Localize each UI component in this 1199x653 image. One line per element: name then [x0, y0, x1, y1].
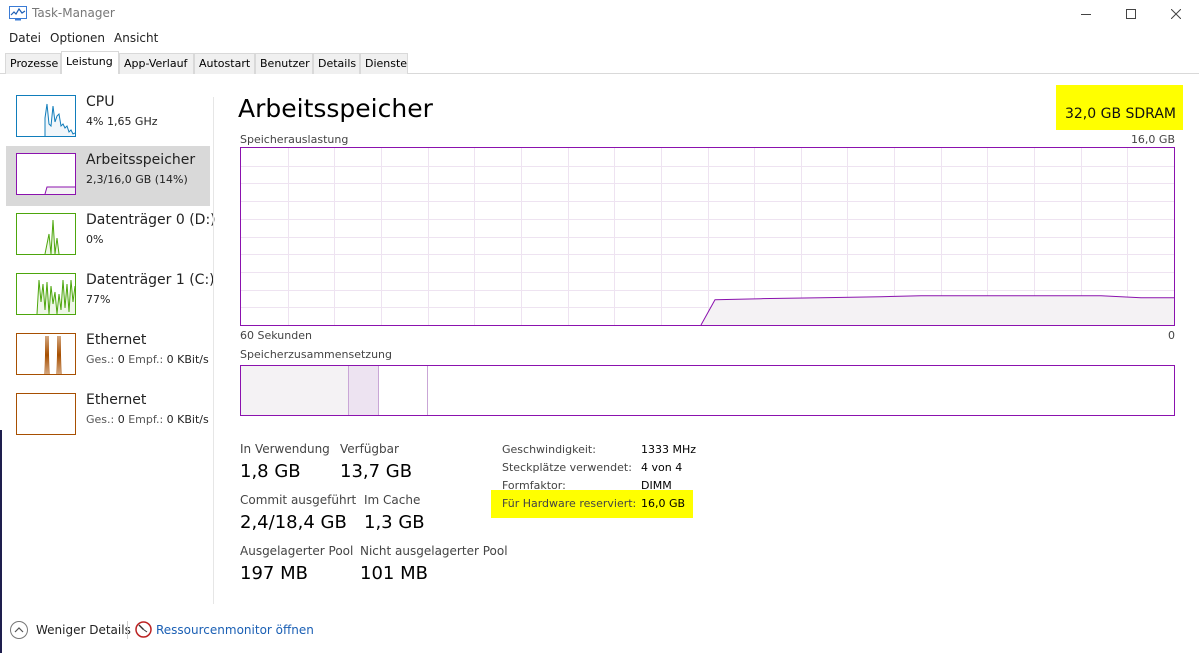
- ethernet-1-thumbnail-graph: [16, 333, 76, 375]
- minimize-button[interactable]: [1063, 0, 1109, 28]
- menu-bar: Datei Optionen Ansicht: [0, 29, 1199, 49]
- sidebar-item-sub: Ges.: 0 Empf.: 0 KBit/s: [86, 413, 209, 426]
- receive-label: Empf.:: [128, 353, 164, 366]
- task-manager-icon: [9, 6, 27, 21]
- tab-strip: Prozesse Leistung App-Verlauf Autostart …: [0, 51, 1199, 74]
- tab-leistung[interactable]: Leistung: [61, 51, 119, 74]
- sidebar-item-datentraeger-0[interactable]: Datenträger 0 (D:) 0%: [6, 206, 216, 266]
- memory-usage-graph: [240, 147, 1175, 326]
- tab-prozesse[interactable]: Prozesse: [5, 53, 61, 74]
- cache-value: 1,3 GB: [364, 512, 425, 533]
- hardware-type: 32,0 GB SDRAM: [1064, 106, 1176, 122]
- speed-value: 1333 MHz: [641, 443, 697, 456]
- composition-segment-standby: [379, 366, 428, 415]
- tab-benutzer[interactable]: Benutzer: [255, 53, 313, 74]
- sidebar-item-datentraeger-1[interactable]: Datenträger 1 (C:) 77%: [6, 266, 215, 326]
- memory-composition-bar: [240, 365, 1175, 416]
- menu-optionen[interactable]: Optionen: [50, 31, 105, 45]
- window-title: Task-Manager: [32, 6, 115, 20]
- usage-graph-svg: [241, 148, 1174, 325]
- send-value: 0: [117, 353, 125, 366]
- paged-pool-value: 197 MB: [240, 563, 308, 584]
- nonpaged-pool-label: Nicht ausgelagerter Pool: [360, 544, 508, 558]
- tab-app-verlauf[interactable]: App-Verlauf: [119, 53, 194, 74]
- menu-ansicht[interactable]: Ansicht: [114, 31, 158, 45]
- sidebar-item-title: Datenträger 0 (D:): [86, 212, 216, 228]
- graph-time-label: 60 Sekunden: [240, 329, 312, 342]
- maximize-icon: [1126, 9, 1136, 19]
- in-use-value: 1,8 GB: [240, 461, 301, 482]
- sidebar-item-sub: 2,3/16,0 GB (14%): [86, 173, 188, 186]
- disk-1-thumbnail-graph: [16, 273, 76, 315]
- task-manager-window: Task-Manager Datei Optionen Ansicht Proz…: [0, 0, 1199, 653]
- resource-monitor-link[interactable]: Ressourcenmonitor öffnen: [156, 623, 314, 637]
- receive-value: 0 KBit/s: [166, 353, 209, 366]
- cache-label: Im Cache: [364, 493, 421, 507]
- title-bar: Task-Manager: [0, 0, 1199, 28]
- receive-value: 0 KBit/s: [166, 413, 209, 426]
- sidebar-item-sub: 77%: [86, 293, 111, 306]
- sidebar-item-arbeitsspeicher[interactable]: Arbeitsspeicher 2,3/16,0 GB (14%): [6, 146, 210, 206]
- composition-segment-modified: [349, 366, 379, 415]
- send-label: Ges.:: [86, 413, 115, 426]
- hardware-reserved-label: Für Hardware reserviert:: [502, 497, 637, 510]
- nonpaged-pool-value: 101 MB: [360, 563, 428, 584]
- form-factor-value: DIMM: [641, 479, 672, 492]
- in-use-label: In Verwendung: [240, 442, 330, 456]
- sidebar-item-ethernet-1[interactable]: Ethernet Ges.: 0 Empf.: 0 KBit/s: [6, 326, 210, 386]
- sidebar-item-title: Datenträger 1 (C:): [86, 272, 215, 288]
- slots-value: 4 von 4: [641, 461, 683, 474]
- footer-divider: [127, 621, 128, 639]
- cpu-thumbnail-graph: [16, 95, 76, 137]
- sidebar-item-title: Arbeitsspeicher: [86, 152, 196, 168]
- chevron-up-icon[interactable]: [10, 621, 28, 639]
- page-title: Arbeitsspeicher: [238, 94, 433, 123]
- sidebar-divider: [213, 97, 214, 604]
- sidebar-item-sub: 4% 1,65 GHz: [86, 115, 158, 128]
- graph-zero-label: 0: [1168, 329, 1175, 342]
- tab-details[interactable]: Details: [313, 53, 360, 74]
- send-label: Ges.:: [86, 353, 115, 366]
- sidebar-item-cpu[interactable]: CPU 4% 1,65 GHz: [6, 88, 210, 148]
- close-icon: [1171, 9, 1181, 19]
- ethernet-2-thumbnail-graph: [16, 393, 76, 435]
- commit-label: Commit ausgeführt: [240, 493, 357, 507]
- footer-bar: Weniger Details Ressourcenmonitor öffnen: [0, 612, 1199, 648]
- minimize-icon: [1081, 14, 1091, 15]
- hardware-reserved-value: 16,0 GB: [641, 497, 686, 510]
- receive-label: Empf.:: [128, 413, 164, 426]
- window-edge: [0, 430, 2, 653]
- form-factor-label: Formfaktor:: [502, 479, 566, 492]
- paged-pool-label: Ausgelagerter Pool: [240, 544, 354, 558]
- composition-label: Speicherzusammensetzung: [240, 348, 392, 361]
- tab-autostart[interactable]: Autostart: [194, 53, 255, 74]
- usage-graph-label: Speicherauslastung: [240, 133, 349, 146]
- hardware-badge: 32,0 GB SDRAM: [1056, 85, 1183, 130]
- available-label: Verfügbar: [340, 442, 399, 456]
- sidebar-item-sub: 0%: [86, 233, 104, 246]
- usage-area: [701, 295, 1174, 325]
- fewer-details-button[interactable]: Weniger Details: [36, 623, 131, 637]
- sidebar-item-sub: Ges.: 0 Empf.: 0 KBit/s: [86, 353, 209, 366]
- slots-label: Steckplätze verwendet:: [502, 461, 632, 474]
- tab-dienste[interactable]: Dienste: [360, 53, 408, 74]
- menu-datei[interactable]: Datei: [9, 31, 41, 45]
- composition-segment-in-use: [241, 366, 349, 415]
- sidebar-item-title: CPU: [86, 94, 115, 110]
- maximize-button[interactable]: [1108, 0, 1154, 28]
- sidebar-item-ethernet-2[interactable]: Ethernet Ges.: 0 Empf.: 0 KBit/s: [6, 386, 210, 446]
- close-button[interactable]: [1153, 0, 1199, 28]
- resource-monitor-icon: [135, 621, 152, 638]
- send-value: 0: [117, 413, 125, 426]
- sidebar-item-title: Ethernet: [86, 392, 147, 408]
- sidebar-item-title: Ethernet: [86, 332, 147, 348]
- usage-graph-max: 16,0 GB: [1130, 133, 1175, 146]
- commit-value: 2,4/18,4 GB: [240, 512, 347, 533]
- memory-thumbnail-graph: [16, 153, 76, 195]
- speed-label: Geschwindigkeit:: [502, 443, 596, 456]
- disk-0-thumbnail-graph: [16, 213, 76, 255]
- available-value: 13,7 GB: [340, 461, 413, 482]
- composition-segment-free: [428, 366, 1174, 415]
